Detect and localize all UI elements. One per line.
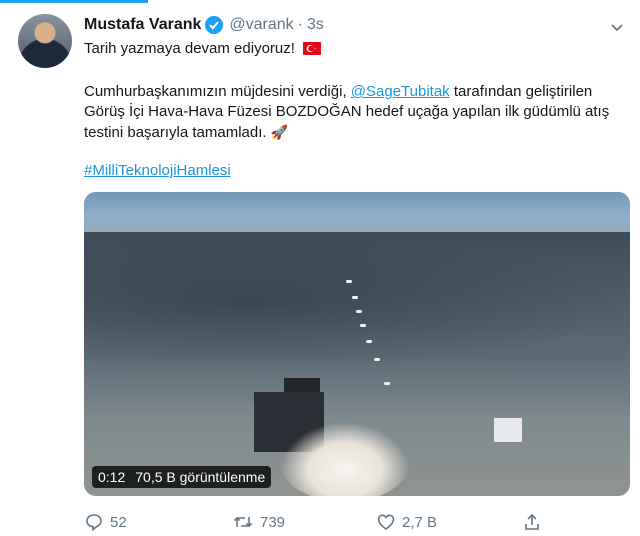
- retweet-icon: [232, 512, 254, 532]
- video-sky: [84, 192, 630, 232]
- missile-trail-dot: [356, 310, 362, 313]
- verified-badge-icon: [205, 16, 224, 34]
- missile-trail-dot: [366, 340, 372, 343]
- like-button[interactable]: 2,7 B: [376, 512, 437, 532]
- reply-icon: [84, 512, 104, 532]
- missile-trail-dot: [360, 324, 366, 327]
- turkey-flag-icon: [302, 42, 321, 55]
- missile-trail-dot: [352, 296, 358, 299]
- like-count: 2,7 B: [402, 513, 438, 531]
- missile-trail-dot: [384, 382, 390, 385]
- display-name[interactable]: Mustafa Varank: [84, 16, 201, 34]
- tweet-actions: 52 739 2,7 B: [84, 512, 564, 534]
- video-duration: 0:12: [98, 469, 126, 485]
- share-button[interactable]: [522, 512, 542, 532]
- like-icon: [376, 512, 396, 532]
- hashtag-line: #MilliTeknolojiHamlesi: [84, 162, 231, 179]
- launch-smoke: [280, 422, 410, 496]
- white-structure: [494, 418, 522, 442]
- rocket-icon: 🚀: [270, 124, 289, 140]
- top-accent-bar: [0, 0, 148, 3]
- body-text-part1: Cumhurbaşkanımızın müjdesini verdiği,: [84, 83, 351, 100]
- user-handle[interactable]: @varank: [229, 16, 293, 34]
- chevron-down-icon[interactable]: [608, 18, 626, 36]
- mention-link[interactable]: @SageTubitak: [351, 83, 450, 100]
- hashtag-link[interactable]: #MilliTeknolojiHamlesi: [84, 162, 231, 179]
- timestamp[interactable]: 3s: [307, 16, 324, 34]
- tweet-body: Cumhurbaşkanımızın müjdesini verdiği, @S…: [84, 82, 632, 143]
- tweet-intro-line: Tarih yazmaya devam ediyoruz!: [84, 40, 321, 57]
- retweet-button[interactable]: 739: [232, 512, 285, 532]
- missile-trail-dot: [374, 358, 380, 361]
- video-views: 70,5 B görüntülenme: [135, 469, 266, 485]
- separator-dot: ·: [297, 16, 303, 33]
- video-media[interactable]: 0:12 70,5 B görüntülenme: [84, 192, 630, 496]
- reply-button[interactable]: 52: [84, 512, 127, 532]
- missile-trail-dot: [346, 280, 352, 283]
- reply-count: 52: [110, 513, 127, 531]
- share-icon: [522, 512, 542, 532]
- video-info-badge: 0:12 70,5 B görüntülenme: [92, 466, 272, 488]
- retweet-count: 739: [260, 513, 286, 531]
- intro-text: Tarih yazmaya devam ediyoruz!: [84, 40, 295, 57]
- tweet-header: Mustafa Varank @varank · 3s: [84, 16, 324, 34]
- video-terrain: [84, 232, 630, 372]
- avatar[interactable]: [18, 14, 72, 68]
